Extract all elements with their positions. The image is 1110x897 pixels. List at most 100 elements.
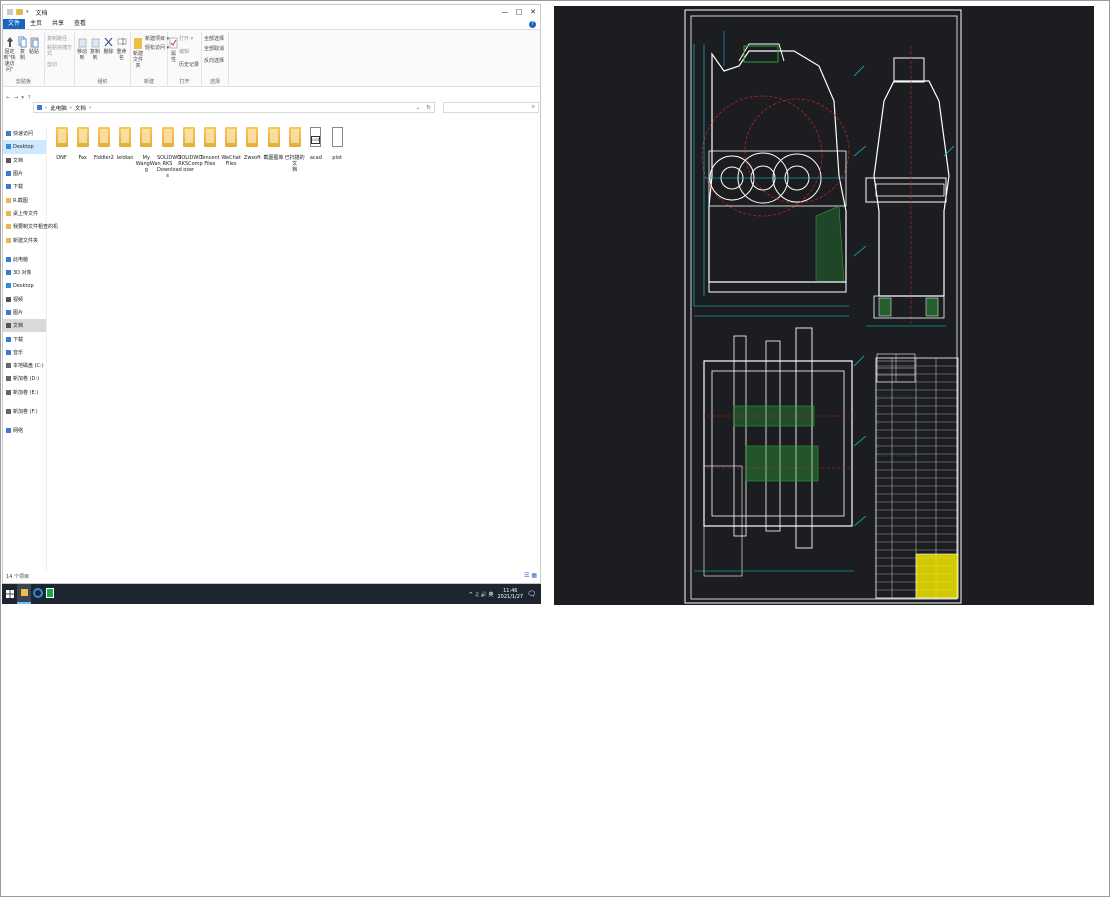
nav-item[interactable]: R.截图 — [3, 193, 46, 206]
file-item[interactable]: Tencent Files — [199, 127, 220, 167]
recent-dropdown-icon[interactable]: ▾ — [21, 95, 24, 101]
nav-item[interactable]: 桌上传文件 — [3, 207, 46, 220]
nav-item[interactable]: 本地磁盘 (C:) — [3, 359, 46, 372]
nav-item[interactable]: 此电脑 — [3, 253, 46, 266]
edit-button[interactable]: 编辑 — [179, 49, 189, 55]
history-button[interactable]: 历史记录 — [179, 62, 199, 68]
pin-quick-access-button[interactable]: 固定到"快速访问" — [3, 36, 16, 73]
nav-item[interactable]: 快速访问 — [3, 127, 46, 140]
refresh-icon[interactable]: ↻ — [423, 105, 434, 111]
tab-view[interactable]: 查看 — [69, 19, 91, 29]
back-icon[interactable]: ← — [6, 95, 11, 101]
cortana-icon[interactable] — [33, 588, 43, 598]
nav-item[interactable]: 下载 — [3, 332, 46, 345]
nav-item[interactable]: 下载 — [3, 180, 46, 193]
breadcrumb-this-pc[interactable]: 此电脑 — [50, 104, 67, 112]
file-name: Tencent Files — [200, 155, 220, 167]
file-item[interactable]: plot — [327, 127, 348, 161]
cad-drawing-viewer[interactable] — [554, 6, 1094, 605]
file-item[interactable]: Fiddler2 — [93, 127, 114, 161]
copy-path-button[interactable]: 复制路径 — [47, 36, 67, 42]
minimize-button[interactable]: — — [498, 5, 512, 19]
dropdown-icon[interactable]: ▾ — [26, 9, 29, 15]
file-item[interactable]: WeChat Files — [221, 127, 242, 167]
new-folder-button[interactable]: 新建 文件夹 — [132, 36, 144, 69]
copy-icon — [18, 36, 27, 48]
breadcrumb-documents[interactable]: 文档 — [75, 104, 86, 112]
notification-icon[interactable]: 🗨 — [527, 590, 536, 598]
help-icon[interactable]: ? — [529, 20, 536, 28]
taskbar-explorer-button[interactable] — [17, 584, 31, 604]
delete-button[interactable]: 删除 — [103, 36, 114, 55]
file-item[interactable]: Zwsoft — [242, 127, 263, 161]
folder-icon — [246, 127, 259, 147]
address-dropdown-icon[interactable]: ⌄ — [416, 105, 421, 111]
address-bar[interactable]: › 此电脑 › 文档 › ⌄ ↻ — [33, 102, 435, 113]
tray-icons[interactable]: ^ ♫ 🔊 英 — [469, 591, 494, 598]
up-icon[interactable]: ↑ — [27, 95, 32, 101]
large-icons-view-icon[interactable]: ▦ — [531, 572, 537, 579]
nav-item-label: 桌上传文件 — [13, 210, 39, 217]
quick-access-toolbar-icon[interactable] — [7, 9, 13, 15]
tab-share[interactable]: 共享 — [47, 19, 69, 29]
file-item[interactable]: DNF — [51, 127, 72, 161]
nav-item[interactable]: 新加卷 (E:) — [3, 386, 46, 399]
nav-item[interactable]: 文档 — [3, 319, 46, 333]
file-item[interactable]: SOLIDWO RKS Download s — [157, 127, 182, 179]
new-item-button[interactable]: 新建项目 ▾ — [145, 36, 169, 42]
nav-item[interactable]: 我要制文件粗查的机 — [3, 220, 58, 233]
details-view-icon[interactable]: ☰ — [524, 572, 529, 579]
paste-button[interactable]: 粘贴 — [29, 36, 39, 55]
file-item[interactable]: My WangWan g — [136, 127, 161, 173]
file-item[interactable]: 已扫描的文 档 — [284, 127, 305, 173]
clock[interactable]: 11:46 2021/1/27 — [497, 588, 523, 600]
easy-access-button[interactable]: 轻松访问 ▾ — [145, 45, 169, 51]
app-icon[interactable] — [46, 588, 54, 598]
status-item-count: 14 个项目 — [6, 574, 29, 580]
forward-icon[interactable]: → — [14, 95, 19, 101]
nav-item[interactable]: 新加卷 (D:) — [3, 372, 46, 385]
file-item[interactable]: SOLIDWO RKSComp oser — [178, 127, 203, 173]
nav-item[interactable]: Desktop — [3, 279, 46, 292]
invert-selection-button[interactable]: 反向选择 — [204, 58, 224, 64]
tab-file[interactable]: 文件 — [3, 19, 26, 29]
select-all-button[interactable]: 全部选择 — [204, 36, 224, 42]
nav-item[interactable]: 新建文件夹 — [3, 233, 46, 246]
cut-button[interactable]: 剪切 — [47, 62, 57, 68]
drawing-inner-border — [690, 15, 958, 600]
nav-item-label: 本地磁盘 (C:) — [13, 363, 44, 370]
search-input[interactable]: ⌕ — [443, 102, 539, 113]
copy-to-button[interactable]: 复制到 — [89, 36, 101, 61]
file-item[interactable]: 截图图库 — [263, 127, 284, 161]
rename-button[interactable]: 重命名 — [115, 36, 128, 61]
nav-item[interactable]: 网络 — [3, 424, 46, 437]
folder-icon — [76, 127, 89, 147]
pin-icon — [6, 37, 13, 47]
nav-item[interactable]: 新加卷 (F:) — [3, 405, 46, 418]
properties-button[interactable]: 属性 — [169, 36, 178, 63]
nav-item-label: 3D 对象 — [13, 270, 32, 277]
folder-icon — [97, 127, 110, 147]
windows-start-icon[interactable] — [6, 590, 14, 598]
file-name: acad — [309, 155, 322, 161]
move-to-button[interactable]: 移动到 — [76, 36, 88, 61]
maximize-button[interactable]: □ — [512, 5, 526, 19]
nav-item[interactable]: 3D 对象 — [3, 266, 46, 279]
file-name: Fax — [78, 155, 87, 161]
nav-item[interactable]: 文档 — [3, 154, 46, 167]
tab-home[interactable]: 主页 — [25, 19, 47, 29]
nav-item[interactable]: 音乐 — [3, 346, 46, 359]
nav-item[interactable]: 图片 — [3, 167, 46, 180]
nav-item[interactable]: 视频 — [3, 293, 46, 306]
open-button[interactable]: 打开 ▾ — [179, 36, 193, 42]
music-icon — [6, 349, 11, 355]
file-item[interactable]: Fax — [72, 127, 93, 161]
close-button[interactable]: ✕ — [526, 5, 540, 19]
copy-button[interactable]: 复制 — [18, 36, 27, 61]
paste-shortcut-button[interactable]: 粘贴快捷方式 — [47, 45, 74, 57]
nav-item[interactable]: 图片 — [3, 306, 46, 319]
file-item[interactable]: LISP acad — [305, 127, 326, 161]
file-item[interactable]: leidian — [115, 127, 136, 161]
nav-item[interactable]: Desktop — [3, 140, 46, 154]
select-none-button[interactable]: 全部取消 — [204, 46, 224, 52]
